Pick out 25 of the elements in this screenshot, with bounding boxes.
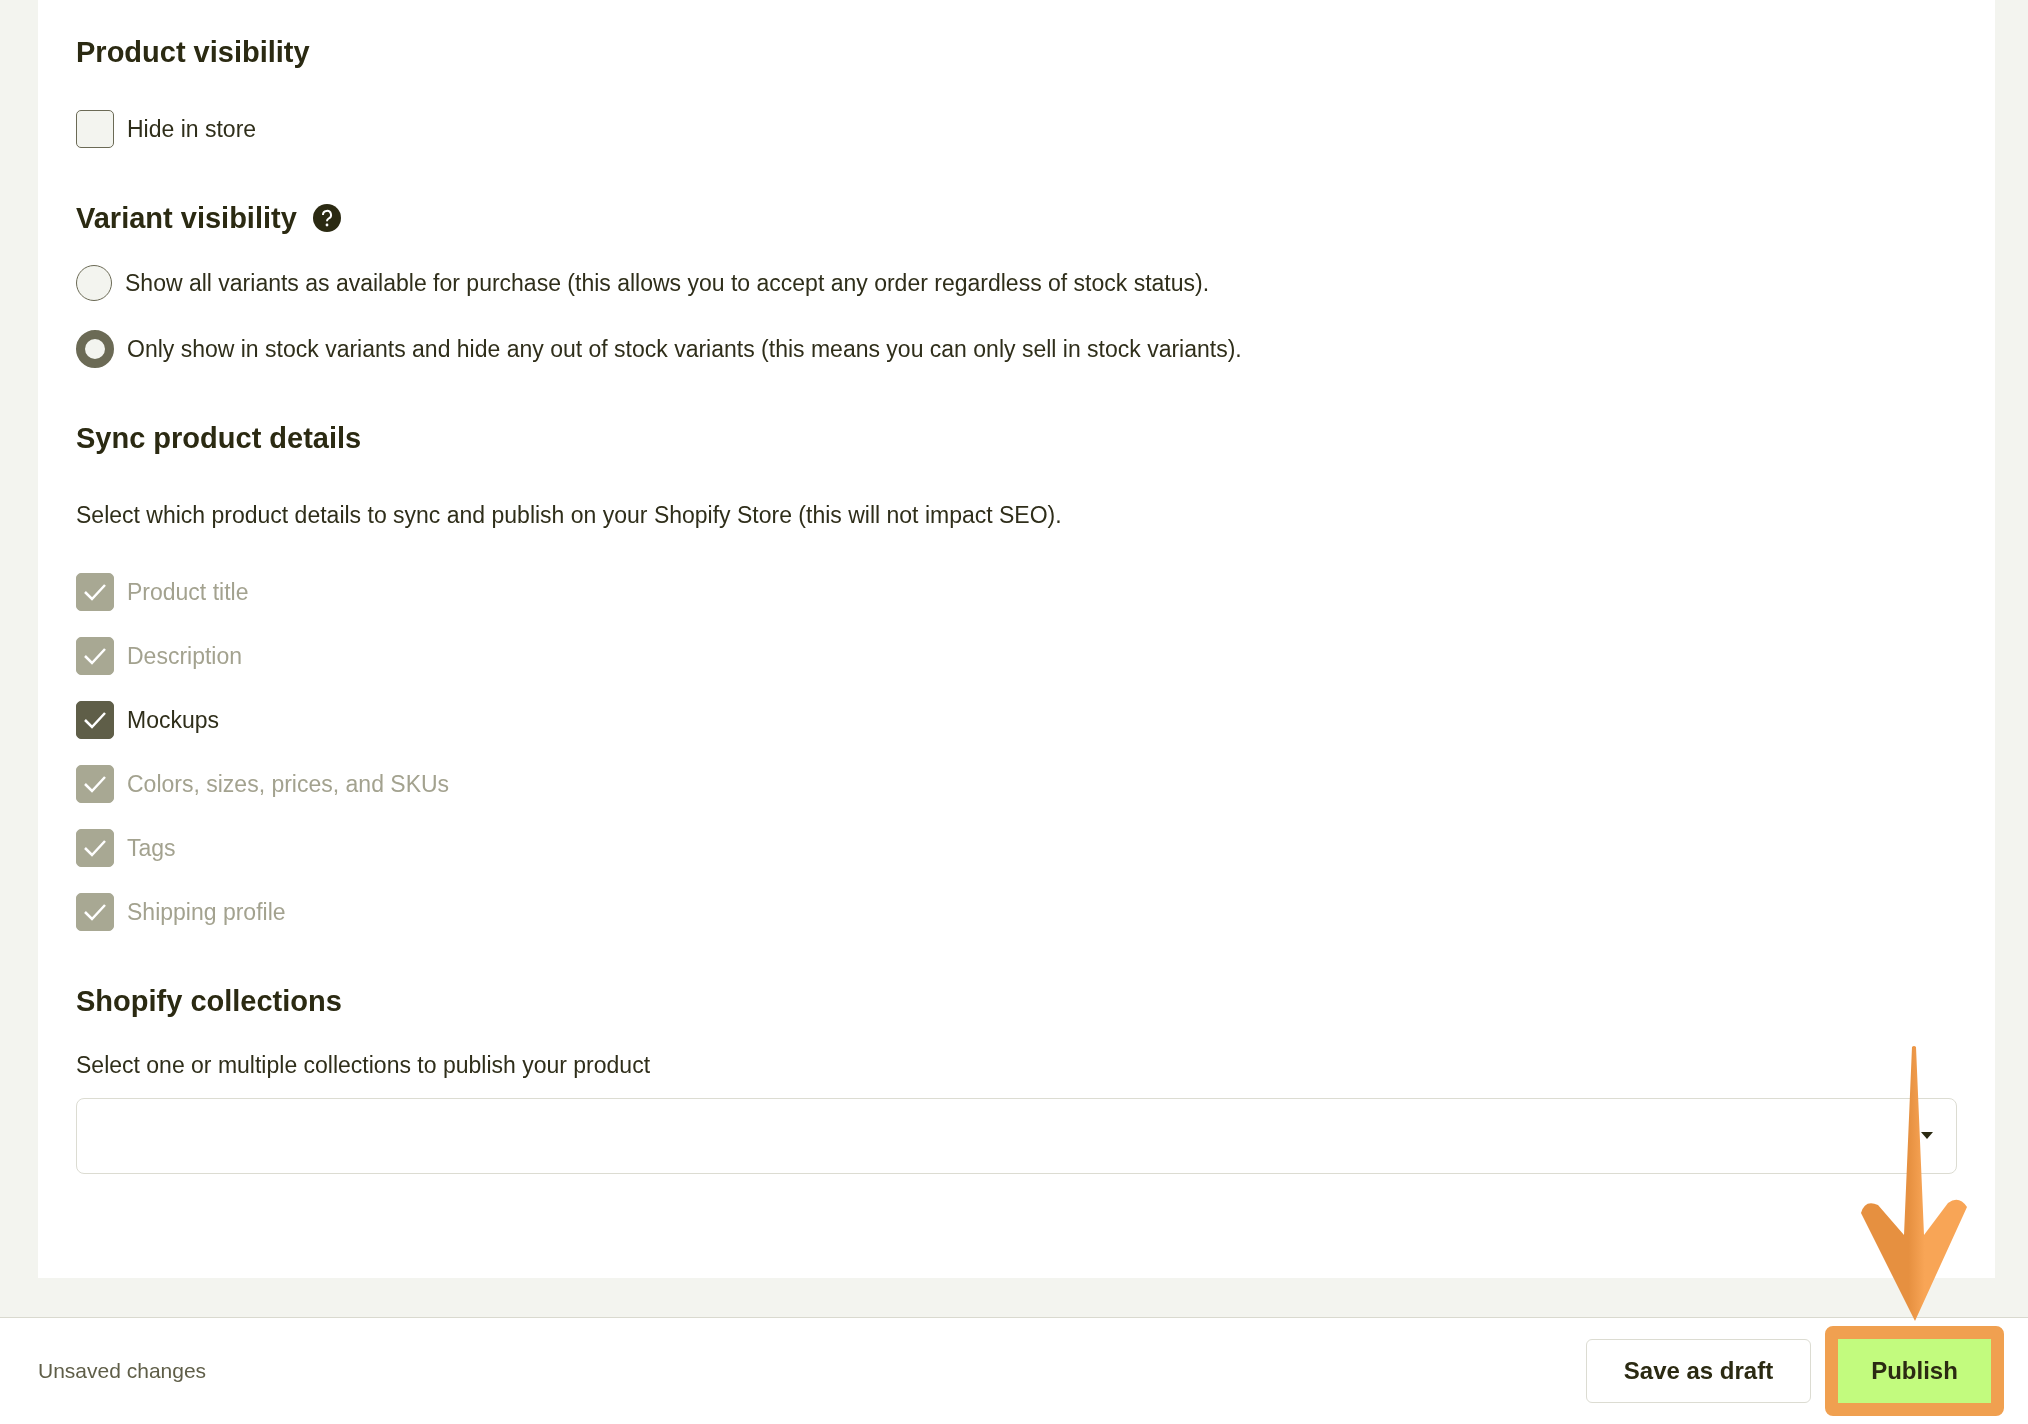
checkbox-label: Mockups [127,706,220,734]
collections-select[interactable] [76,1098,1957,1174]
checkbox-label: Description [127,642,243,670]
section-heading: Product visibility [76,35,310,70]
save-draft-button[interactable]: Save as draft [1586,1339,1811,1403]
radio-label: Show all variants as available for purchase (this allows you to accept any order regardless of stock status). [125,269,1210,297]
caret-icon [1920,1131,1934,1141]
status-text: Unsaved changes [38,1359,208,1383]
checkbox-label: Product title [127,578,249,606]
checkbox[interactable] [76,110,114,148]
radio-button[interactable] [76,265,112,301]
checkbox-label: Hide in store [127,115,257,143]
checkbox-label: Tags [127,834,176,862]
section-heading: Shopify collections [76,984,342,1019]
checkbox[interactable] [76,701,114,739]
section-description: Select one or multiple collections to publish your product [76,1051,652,1080]
checkbox-label: Colors, sizes, prices, and SKUs [127,770,450,798]
section-heading: Variant visibility [76,201,297,236]
help-icon[interactable] [312,204,341,232]
section-heading: Sync product details [76,421,362,456]
publish-button[interactable]: Publish [1825,1326,2004,1416]
radio-button[interactable] [76,330,114,368]
radio-label: Only show in stock variants and hide any out of stock variants (this means you can only sell in stock variants). [127,335,1242,363]
section-description: Select which product details to sync and publish on your Shopify Store (this will not impact SEO). [76,501,1063,530]
checkbox-label: Shipping profile [127,898,286,926]
